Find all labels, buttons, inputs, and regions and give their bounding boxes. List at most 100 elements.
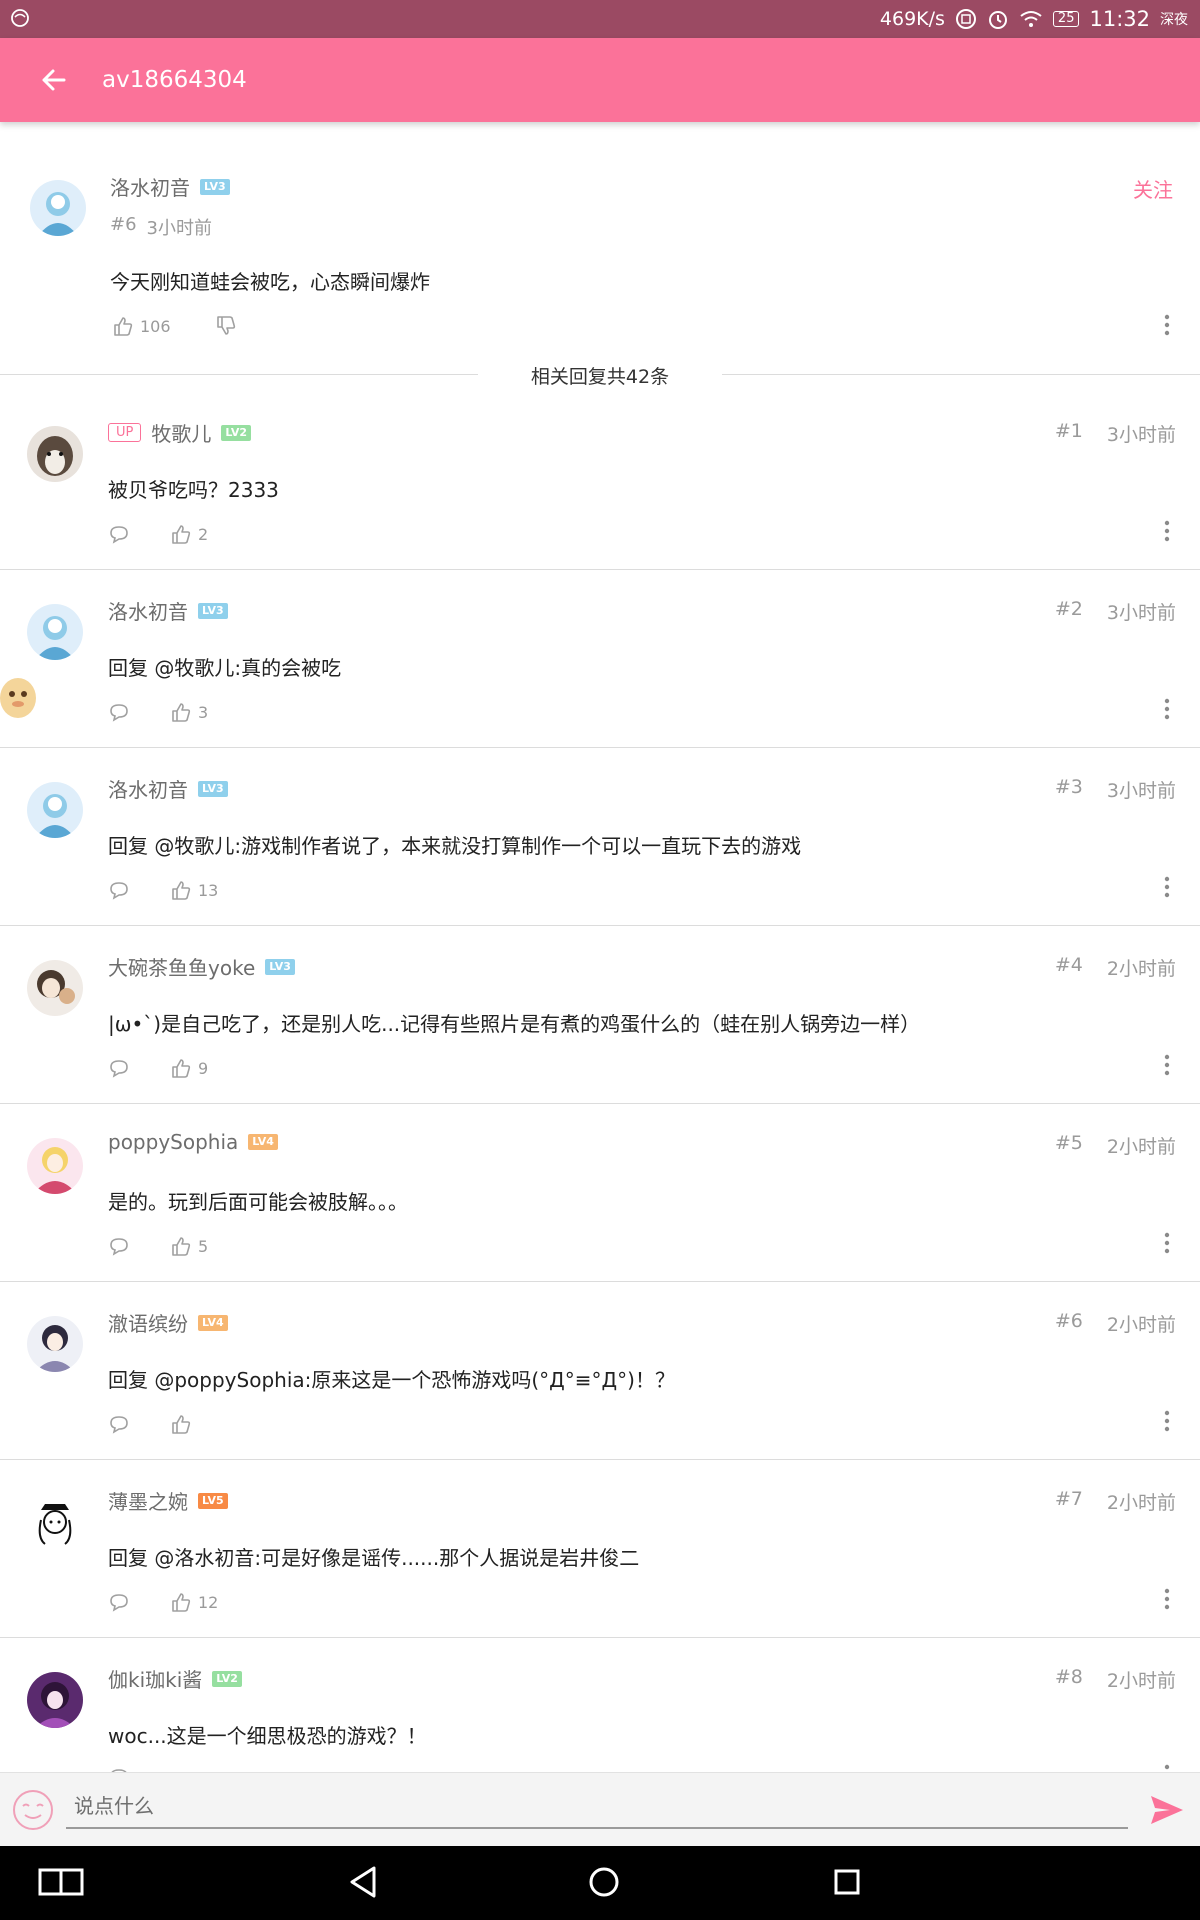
username-text[interactable]: 大碗茶鱼鱼yoke — [108, 952, 255, 981]
more-options-icon[interactable] — [1164, 314, 1170, 336]
avatar[interactable] — [27, 782, 83, 838]
floor-number: #2 — [1054, 598, 1083, 620]
username[interactable]: 洛水初音 LV3 — [110, 172, 230, 201]
reply-meta: #5 2小时前 — [1055, 1132, 1176, 1159]
avatar[interactable] — [27, 1316, 83, 1372]
reply-text: 回复 @洛水初音:可是好像是谣传......那个人据说是岩井俊二 — [108, 1546, 640, 1570]
avatar[interactable] — [27, 1672, 83, 1728]
like-button[interactable]: 12 — [170, 1591, 218, 1613]
up-badge: UP — [108, 423, 142, 442]
send-icon[interactable] — [1148, 1791, 1186, 1829]
username-text[interactable]: 洛水初音 — [108, 774, 188, 803]
thumb-up-icon — [172, 1593, 191, 1612]
username-text[interactable]: 伽ki珈ki酱 — [108, 1664, 202, 1693]
level-badge: LV3 — [265, 958, 295, 975]
notification-icon — [11, 9, 29, 27]
dislike-button[interactable] — [215, 315, 237, 337]
username[interactable]: 洛水初音 LV3 — [108, 774, 228, 803]
username[interactable]: 澈语缤纷 LV4 — [108, 1308, 228, 1337]
clock: 11:32 — [1089, 7, 1150, 31]
back-nav-icon[interactable] — [346, 1864, 380, 1900]
more-options-icon[interactable] — [1164, 520, 1170, 542]
reply-icon[interactable] — [108, 1057, 130, 1079]
username-text[interactable]: poppySophia — [108, 1130, 238, 1154]
floor-number: #4 — [1054, 954, 1083, 976]
level-badge: LV3 — [198, 602, 228, 619]
more-options-icon[interactable] — [1164, 1410, 1170, 1432]
reply-meta: #7 2小时前 — [1055, 1488, 1176, 1515]
username[interactable]: UP 牧歌儿 LV2 — [108, 418, 252, 447]
more-options-icon[interactable] — [1164, 1588, 1170, 1610]
floor-number: #6 — [110, 214, 137, 235]
level-badge: LV2 — [221, 424, 252, 441]
like-button[interactable]: 3 — [170, 701, 208, 723]
thumb-up-icon — [172, 525, 191, 544]
reply-icon[interactable] — [108, 523, 130, 545]
timestamp: 2小时前 — [1106, 1136, 1176, 1158]
more-options-icon[interactable] — [1164, 1054, 1170, 1076]
comment-input[interactable]: 说点什么 — [66, 1787, 1128, 1829]
like-button[interactable]: 5 — [170, 1235, 208, 1257]
username[interactable]: poppySophia LV4 — [108, 1130, 278, 1154]
reply-icon[interactable] — [108, 701, 130, 723]
timestamp: 2小时前 — [1106, 1670, 1176, 1692]
username[interactable]: 洛水初音 LV3 — [108, 596, 228, 625]
divider — [0, 1637, 1200, 1638]
like-button[interactable]: 2 — [170, 523, 208, 545]
reply-icon[interactable] — [108, 1235, 130, 1257]
reply-actions: 12 — [108, 1591, 218, 1613]
like-count: 12 — [198, 1592, 219, 1612]
reply-actions: 13 — [108, 879, 218, 901]
app-bar: av18664304 — [0, 38, 1200, 122]
more-options-icon[interactable] — [1164, 1764, 1170, 1772]
follow-button[interactable]: 关注 — [1133, 174, 1173, 203]
more-options-icon[interactable] — [1164, 876, 1170, 898]
avatar[interactable] — [30, 180, 86, 236]
username-text[interactable]: 澈语缤纷 — [108, 1308, 188, 1337]
avatar[interactable] — [27, 426, 83, 482]
thumb-up-icon — [172, 703, 191, 722]
comment-actions: 106 — [112, 315, 237, 337]
avatar[interactable] — [27, 1494, 83, 1550]
username-text[interactable]: 牧歌儿 — [151, 418, 211, 447]
avatar[interactable] — [27, 960, 83, 1016]
divider — [0, 1103, 1200, 1104]
split-screen-icon[interactable] — [38, 1864, 84, 1898]
emoji-icon[interactable] — [12, 1789, 54, 1831]
floor-number: #3 — [1054, 776, 1083, 798]
reply-icon[interactable] — [108, 879, 130, 901]
reply-icon[interactable] — [108, 1413, 130, 1435]
username-text[interactable]: 洛水初音 — [110, 172, 190, 201]
replies-header: 相关回复共42条 — [0, 360, 1200, 388]
floor-number: #7 — [1054, 1488, 1083, 1510]
like-button[interactable] — [170, 1413, 198, 1435]
like-button[interactable]: 9 — [170, 1057, 208, 1079]
like-button[interactable]: 106 — [112, 315, 171, 337]
more-options-icon[interactable] — [1164, 1232, 1170, 1254]
home-nav-icon[interactable] — [586, 1864, 622, 1900]
reply-text: 是的。玩到后面可能会被肢解。。。 — [108, 1190, 408, 1214]
battery-indicator: 25 — [1052, 11, 1080, 27]
username-text[interactable]: 薄墨之婉 — [108, 1486, 188, 1515]
username[interactable]: 大碗茶鱼鱼yoke LV3 — [108, 952, 295, 981]
replies-count: 相关回复共42条 — [530, 366, 670, 388]
like-button[interactable]: 13 — [170, 879, 218, 901]
reply-meta: #4 2小时前 — [1055, 954, 1176, 981]
comment-list[interactable]: 洛水初音 LV3 #6 3小时前 关注 今天刚知道蛙会被吃，心态瞬间爆炸 106… — [0, 122, 1200, 1772]
like-count: 5 — [198, 1236, 209, 1256]
reply-actions — [108, 1413, 198, 1435]
reply-icon[interactable] — [108, 1591, 130, 1613]
floor-number: #8 — [1054, 1666, 1083, 1688]
reply-actions: 3 — [108, 701, 208, 723]
back-arrow-icon[interactable] — [36, 62, 72, 98]
reply-text: 回复 @牧歌儿:游戏制作者说了，本来就没打算制作一个可以一直玩下去的游戏 — [108, 834, 802, 858]
avatar[interactable] — [27, 604, 83, 660]
more-options-icon[interactable] — [1164, 698, 1170, 720]
username[interactable]: 薄墨之婉 LV5 — [108, 1486, 228, 1515]
mascot-sticker-icon[interactable] — [0, 668, 40, 724]
divider — [0, 925, 1200, 926]
username[interactable]: 伽ki珈ki酱 LV2 — [108, 1664, 242, 1693]
recents-nav-icon[interactable] — [832, 1864, 862, 1900]
username-text[interactable]: 洛水初音 — [108, 596, 188, 625]
avatar[interactable] — [27, 1138, 83, 1194]
